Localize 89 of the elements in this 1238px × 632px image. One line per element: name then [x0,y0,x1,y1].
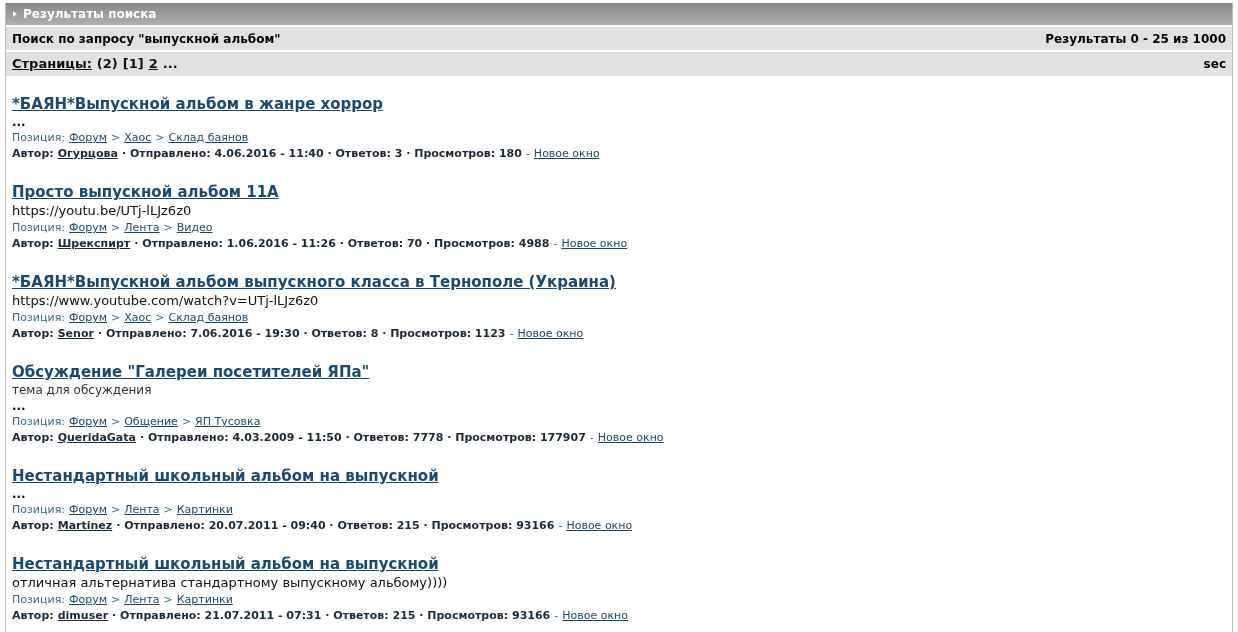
page-link[interactable]: 2 [148,54,158,74]
breadcrumb-link[interactable]: ЯП Тусовка [195,414,261,430]
breadcrumb-separator: > [163,502,173,518]
meta-dash: - [509,326,514,342]
position-label: Позиция: [12,592,65,608]
breadcrumb-link[interactable]: Лента [124,220,160,236]
breadcrumb-link[interactable]: Хаос [124,130,152,146]
result-snippet: ... [12,114,27,130]
breadcrumb-link[interactable]: Форум [68,414,107,430]
author-link[interactable]: Огурцова [57,146,118,162]
result-title-link[interactable]: Нестандартный школьный альбом на выпускной [12,466,439,486]
breadcrumb-separator: > [110,130,121,146]
result-snippet: https://www.youtube.com/watch?v=UTj-lLJz6z0 [12,292,320,310]
author-label: Автор: [12,236,54,252]
position-label: Позиция: [12,220,65,236]
breadcrumb-separator: > [110,220,121,236]
new-window-link[interactable]: Новое окно [533,146,600,162]
result-title-link[interactable]: *БАЯН*Выпускной альбом в жанре хоррор [12,94,384,114]
result-title-link[interactable]: Нестандартный школьный альбом на выпускной [12,554,439,574]
new-window-link[interactable]: Новое окно [566,518,633,534]
breadcrumb-link[interactable]: Хаос [124,310,152,326]
meta-dash: - [558,518,563,534]
breadcrumb-separator: > [110,310,121,326]
author-link[interactable]: dimuser [57,608,109,624]
meta-dash: - [554,608,559,624]
new-window-link[interactable]: Новое окно [561,236,628,252]
position-label: Позиция: [12,414,65,430]
meta-dash: - [525,146,530,162]
breadcrumb-separator: > [110,502,121,518]
author-label: Автор: [12,326,54,342]
author-link[interactable]: Martinez [57,518,113,534]
results-count: Результаты 0 - 25 из 1000 [1045,30,1226,48]
author-label: Автор: [12,608,54,624]
page-number: [1] [122,55,144,74]
breadcrumb-link[interactable]: Форум [68,130,107,146]
post-meta: · Отправлено: 20.07.2011 - 09:40 · Ответов: 215 · Просмотров: 93166 [116,518,555,534]
position-label: Позиция: [12,502,65,518]
breadcrumb-link[interactable]: Лента [124,502,160,518]
result-title-link[interactable]: *БАЯН*Выпускной альбом выпускного класса в Тернополе (Украина) [12,272,616,292]
query-text: Поиск по запросу "выпускной альбом" [12,30,281,48]
breadcrumb-link[interactable]: Форум [68,592,107,608]
breadcrumb-separator: > [155,310,165,326]
breadcrumb-separator: > [110,414,121,430]
post-meta: · Отправлено: 1.06.2016 - 11:26 · Ответов: 70 · Просмотров: 4988 [134,236,550,252]
breadcrumb-link[interactable]: Склад баянов [168,310,249,326]
meta-dash: - [589,430,594,446]
result-title-link[interactable]: Обсуждение "Галереи посетителей ЯПа" [12,362,370,382]
breadcrumb-link[interactable]: Форум [68,502,107,518]
new-window-link[interactable]: Новое окно [517,326,584,342]
breadcrumb-link[interactable]: Форум [68,220,107,236]
post-meta: · Отправлено: 4.03.2009 - 11:50 · Ответов: 7778 · Просмотров: 177907 [139,430,586,446]
time-label: sec [1203,56,1226,73]
author-link[interactable]: Senor [57,326,94,342]
author-label: Автор: [12,430,54,446]
post-meta: · Отправлено: 4.06.2016 - 11:40 · Ответов: 3 · Просмотров: 180 [121,146,522,162]
author-label: Автор: [12,146,54,162]
page-number: ... [162,55,178,74]
author-label: Автор: [12,518,54,534]
new-window-link[interactable]: Новое окно [562,608,629,624]
breadcrumb-separator: > [163,592,173,608]
post-meta: · Отправлено: 7.06.2016 - 19:30 · Ответов: 8 · Просмотров: 1123 [97,326,506,342]
author-link[interactable]: QueridaGata [57,430,136,446]
pages-link[interactable]: Страницы: [12,54,92,74]
breadcrumb-link[interactable]: Форум [68,310,107,326]
result-snippet: ... [12,486,27,502]
position-label: Позиция: [12,130,65,146]
breadcrumb-link[interactable]: Видео [176,220,213,236]
result-snippet: https://youtu.be/UTj-lLJz6z0 [12,202,193,220]
breadcrumb-separator: > [181,414,192,430]
breadcrumb-separator: > [155,130,165,146]
result-snippet: тема для обсуждения [12,382,153,398]
result-snippet: ... [12,398,27,414]
breadcrumb-link[interactable]: Картинки [176,502,233,518]
result-title-link[interactable]: Просто выпускной альбом 11А [12,182,279,202]
breadcrumb-separator: > [163,220,173,236]
author-link[interactable]: Шрекспирт [57,236,131,252]
position-label: Позиция: [12,310,65,326]
breadcrumb-separator: > [110,592,121,608]
post-meta: · Отправлено: 21.07.2011 - 07:31 · Ответов: 215 · Просмотров: 93166 [112,608,551,624]
meta-dash: - [553,236,558,252]
new-window-link[interactable]: Новое окно [597,430,664,446]
panel-title: Результаты поиска [23,6,157,23]
breadcrumb-link[interactable]: Картинки [176,592,233,608]
breadcrumb-link[interactable]: Лента [124,592,160,608]
page-number: (2) [96,55,118,74]
triangle-icon [13,11,17,17]
breadcrumb-link[interactable]: Склад баянов [168,130,249,146]
result-snippet: отличная альтернатива стандартному выпускному альбому)))) [12,574,449,592]
breadcrumb-link[interactable]: Общение [124,414,178,430]
